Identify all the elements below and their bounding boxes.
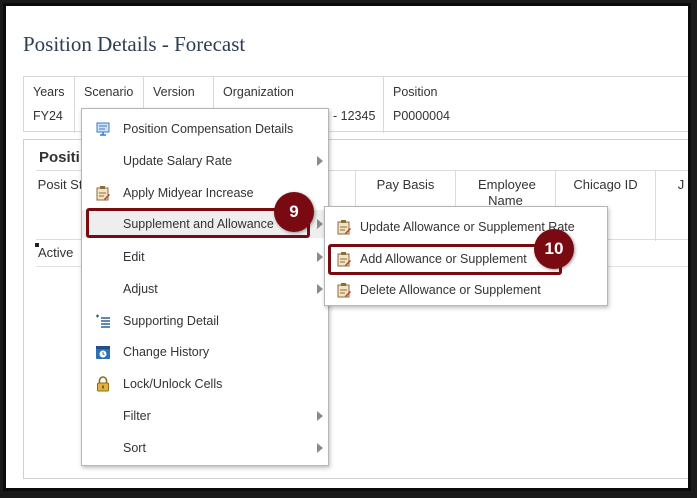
menu-item-edit[interactable]: Edit [82, 243, 328, 271]
pov-value: FY24 [33, 109, 63, 123]
pov-years[interactable]: Years FY24 [24, 77, 75, 133]
clipboard-edit-icon [337, 220, 351, 235]
pov-label: Version [153, 85, 195, 99]
context-menu: Position Compensation Details Update Sal… [81, 108, 329, 466]
menu-item-lock-unlock-cells[interactable]: Lock/Unlock Cells [82, 370, 328, 398]
submenu-arrow-icon [317, 252, 323, 262]
pov-label: Years [33, 85, 65, 99]
position-compensation-icon [96, 122, 110, 136]
menu-item-label: Lock/Unlock Cells [123, 377, 223, 391]
menu-item-label: Adjust [123, 282, 158, 296]
submenu-arrow-icon [317, 443, 323, 453]
submenu-arrow-icon [317, 156, 323, 166]
menu-item-supporting-detail[interactable]: Supporting Detail [82, 307, 328, 335]
menu-item-label: Update Salary Rate [123, 154, 233, 168]
supporting-detail-icon [96, 314, 110, 328]
menu-item-update-salary-rate[interactable]: Update Salary Rate [82, 147, 328, 175]
menu-item-label: Position Compensation Details [123, 122, 294, 136]
pov-label: Organization [223, 85, 294, 99]
menu-item-adjust[interactable]: Adjust [82, 275, 328, 303]
menu-item-label: Edit [123, 250, 145, 264]
panel-title: Positi [39, 149, 80, 166]
submenu-item-label: Delete Allowance or Supplement [360, 283, 541, 297]
menu-item-label: Filter [123, 409, 151, 423]
status-cell[interactable]: Active [34, 243, 73, 260]
menu-item-filter[interactable]: Filter [82, 402, 328, 430]
menu-item-label: Sort [123, 441, 146, 455]
menu-item-sort[interactable]: Sort [82, 434, 328, 462]
callout-badge-step-9: 9 [274, 192, 314, 232]
menu-item-label: Supporting Detail [123, 314, 219, 328]
column-header-j[interactable]: J [656, 171, 688, 241]
pov-label: Position [393, 85, 438, 99]
menu-item-label: Change History [123, 345, 210, 359]
pov-position[interactable]: Position P0000004 [384, 77, 688, 133]
clipboard-edit-icon [96, 186, 110, 201]
submenu-arrow-icon [317, 411, 323, 421]
submenu-item-delete-allowance[interactable]: Delete Allowance or Supplement [325, 275, 607, 305]
page-title: Position Details - Forecast [23, 32, 246, 56]
callout-badge-step-10: 10 [534, 229, 574, 269]
submenu-arrow-icon [317, 284, 323, 294]
screenshot-frame: Position Details - Forecast Years FY24 S… [3, 3, 691, 491]
menu-item-position-compensation-details[interactable]: Position Compensation Details [82, 115, 328, 143]
menu-item-change-history[interactable]: Change History [82, 338, 328, 366]
callout-box-step-10 [328, 244, 562, 275]
menu-item-label: Apply Midyear Increase [123, 186, 254, 200]
pov-label: Scenario [84, 85, 134, 99]
lock-icon [97, 376, 109, 392]
pov-value: P0000004 [393, 109, 451, 123]
submenu-arrow-icon [317, 219, 323, 229]
clipboard-edit-icon [337, 283, 351, 298]
change-history-icon [96, 346, 110, 359]
